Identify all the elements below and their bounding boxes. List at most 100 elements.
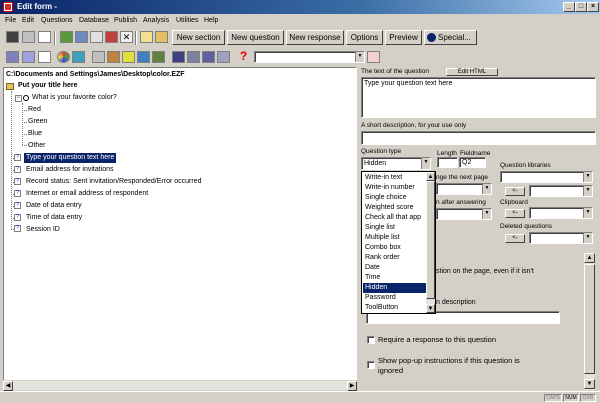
menu-help[interactable]: Help [204,16,218,25]
library-arrow-button[interactable]: <- [505,187,525,196]
response-item[interactable]: Green [28,117,47,127]
tree-item[interactable]: Record status: Sent invitation/Responded… [26,177,201,187]
list-icon[interactable] [137,51,150,63]
undo-icon[interactable] [60,31,73,43]
library-select-2[interactable]: ▼ [529,185,593,197]
table-icon[interactable] [6,51,19,63]
menu-database[interactable]: Database [79,16,109,25]
scroll-down-button[interactable]: ▼ [584,379,595,389]
question-text-field[interactable]: Type your question text here [361,77,596,118]
tree-item-selected[interactable]: Type your question text here [24,153,117,163]
dropdown-option-selected[interactable]: Hidden [363,283,427,293]
new-question-button[interactable]: New question [227,30,284,45]
response-item[interactable]: Blue [28,129,42,139]
dropdown-scrollbar[interactable]: ▲ ▼ [426,172,435,313]
menu-publish[interactable]: Publish [114,16,137,25]
dropdown-option[interactable]: Write-in text [363,173,427,183]
dropdown-scroll-up[interactable]: ▲ [426,172,435,181]
dropdown-option[interactable]: Time [363,273,427,283]
menu-questions[interactable]: Questions [41,16,73,25]
form-tree[interactable]: C:\Documents and Settings\James\Desktop\… [3,67,357,390]
form-icon[interactable] [38,51,51,63]
help-icon[interactable]: ? [237,50,250,63]
question-type-dropdown[interactable]: Write-in text Write-in number Single cho… [361,171,436,314]
tree-item[interactable]: Time of data entry [26,213,82,223]
response-item[interactable]: Red [28,105,41,115]
scroll-thumb[interactable] [584,264,595,374]
deleted-arrow-button[interactable]: <- [505,234,525,243]
rows-icon[interactable] [187,51,200,63]
wand2-icon[interactable] [155,31,168,43]
delete-icon[interactable]: ✕ [120,31,133,43]
require-response-checkbox[interactable] [367,336,375,344]
chart-icon[interactable] [72,51,85,63]
wand-icon[interactable] [140,31,153,43]
next-page-select[interactable]: ▼ [436,183,492,195]
print-icon[interactable] [22,31,35,43]
close-button[interactable]: × [587,2,599,12]
collapse-icon[interactable]: − [15,95,22,102]
menu-edit[interactable]: Edit [22,16,34,25]
dropdown-option[interactable]: Weighted score [363,203,427,213]
grid-icon[interactable] [22,51,35,63]
menu-analysis[interactable]: Analysis [143,16,169,25]
dropdown-option[interactable]: Write-in number [363,183,427,193]
special-button[interactable]: Special... [424,30,477,45]
layout-icon[interactable] [92,51,105,63]
image-icon[interactable] [152,51,165,63]
tree-item[interactable]: Session ID [26,225,60,235]
dropdown-option[interactable]: Multiple list [363,233,427,243]
tree-item[interactable]: Internet or email address of respondent [26,189,148,199]
save-icon[interactable] [6,31,19,43]
tree-question[interactable]: − What is your favorite color? [15,93,117,103]
clipboard-select[interactable]: ▼ [529,207,593,219]
short-description-field[interactable] [361,131,596,145]
dropdown-scroll-thumb[interactable] [426,181,435,299]
split-icon[interactable] [202,51,215,63]
cut-icon[interactable] [90,31,103,43]
deleted-select[interactable]: ▼ [529,232,593,244]
dropdown-option[interactable]: Rank order [363,253,427,263]
options-button[interactable]: Options [346,30,383,45]
fieldname-field[interactable]: Q2 [459,157,486,168]
edit-html-button[interactable]: Edit HTML [446,68,498,76]
tree-horizontal-scrollbar[interactable]: ◀ ▶ [3,380,357,391]
popup-instructions-checkbox[interactable] [367,361,375,369]
dropdown-option[interactable]: Check all that app [363,213,427,223]
dropdown-option[interactable]: Single list [363,223,427,233]
preview-icon[interactable] [38,31,51,43]
dropdown-option[interactable]: Combo box [363,243,427,253]
minimize-button[interactable]: _ [563,2,575,12]
editor-vertical-scrollbar[interactable]: ▲ ▼ [584,253,595,390]
highlight-icon[interactable] [122,51,135,63]
dropdown-option[interactable]: Single choice [363,193,427,203]
color-icon[interactable] [57,51,70,63]
menu-file[interactable]: File [5,16,16,25]
new-section-button[interactable]: New section [172,30,225,45]
libraries-select[interactable]: ▼ [500,171,593,183]
response-item[interactable]: Other [28,141,46,151]
length-field[interactable] [437,157,458,168]
scroll-left-button[interactable]: ◀ [3,381,13,391]
tree-root[interactable]: Put your title here [6,81,78,91]
spell-icon[interactable] [367,51,380,63]
dropdown-option[interactable]: Password [363,293,427,303]
clipboard-arrow-button[interactable]: <- [505,209,525,218]
tree-item[interactable]: Date of data entry [26,201,82,211]
after-answering-select[interactable]: ▼ [436,208,492,220]
toolbar-combo[interactable]: ▼ [254,51,365,63]
new-response-button[interactable]: New response [286,30,344,45]
paste-icon[interactable] [105,31,118,43]
tree-item[interactable]: Email address for invitations [26,165,114,175]
dropdown-option[interactable]: ToolButton [363,303,427,313]
dropdown-scroll-down[interactable]: ▼ [426,304,435,313]
merge-icon[interactable] [217,51,230,63]
scroll-right-button[interactable]: ▶ [347,381,357,391]
columns-icon[interactable] [172,51,185,63]
maximize-button[interactable]: □ [575,2,587,12]
tools-icon[interactable] [107,51,120,63]
dropdown-option[interactable]: Date [363,263,427,273]
copy-icon[interactable] [75,31,88,43]
menu-utilities[interactable]: Utilities [176,16,199,25]
scroll-up-button[interactable]: ▲ [584,253,595,263]
